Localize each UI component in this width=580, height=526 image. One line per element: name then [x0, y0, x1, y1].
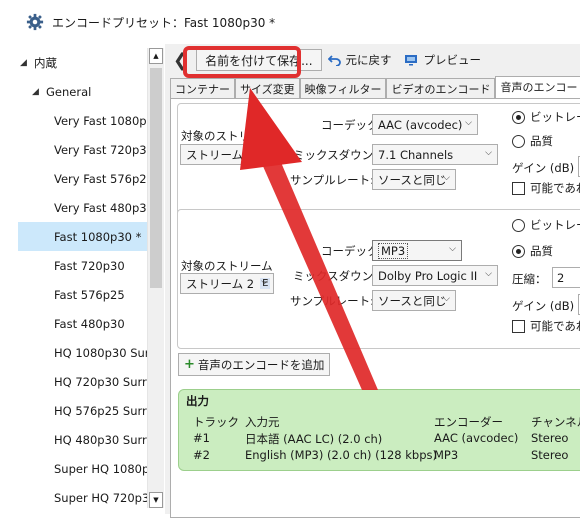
quality-radio[interactable]: [512, 245, 525, 258]
output-row-2-track: #2: [193, 448, 210, 462]
scroll-up-icon[interactable]: ▲: [149, 48, 163, 64]
output-row-2-channels: Stereo: [531, 448, 569, 462]
add-audio-track-button[interactable]: + 音声のエンコードを追加: [178, 353, 331, 376]
audio-tab-panel: 対象のストリーム ストリーム 1 E ⌵ コーデック: AAC (avcodec…: [170, 98, 580, 518]
mixdown-select[interactable]: 7.1 Channels ⌵: [372, 144, 498, 165]
tab-container[interactable]: コンテナー: [170, 78, 235, 98]
chevron-down-icon: ⌵: [261, 277, 268, 287]
output-summary: 出力 トラック 入力元 エンコーダー チャンネルレ #1 日本語 (AAC LC…: [178, 389, 580, 471]
preview-icon: [404, 55, 417, 66]
preset-item[interactable]: HQ 480p30 Surround: [18, 425, 148, 454]
chevron-down-icon: ⌵: [449, 244, 456, 254]
scroll-thumb[interactable]: [150, 68, 162, 288]
samplerate-select[interactable]: ソースと同じ ⌵: [372, 169, 456, 190]
chevron-down-icon: ⌵: [485, 148, 492, 158]
scroll-down-icon[interactable]: ▼: [149, 492, 163, 508]
settings-tabs: コンテナー サイズ変更 映像フィルター ビデオのエンコード 音声のエンコード: [170, 76, 580, 98]
passthru-checkbox[interactable]: [512, 320, 525, 333]
preset-item[interactable]: HQ 720p30 Surround: [18, 367, 148, 396]
preset-item[interactable]: Very Fast 480p30: [18, 193, 148, 222]
output-row-2-source: English (MP3) (2.0 ch) (128 kbps): [245, 448, 437, 462]
preview-button[interactable]: プレビュー: [398, 49, 488, 71]
preset-item[interactable]: HQ 1080p30 Surround: [18, 338, 148, 367]
bitrate-radio[interactable]: [512, 219, 525, 232]
preset-item[interactable]: Fast 480p30: [18, 309, 148, 338]
preset-item[interactable]: Very Fast 720p30: [18, 135, 148, 164]
chevron-down-icon: ⌵: [443, 294, 450, 304]
bitrate-radio[interactable]: [512, 111, 525, 124]
window-title: エンコードプリセット：Fast 1080p30 *: [52, 15, 276, 30]
stream-select[interactable]: ストリーム 1 E ⌵: [180, 144, 274, 165]
preset-item[interactable]: Very Fast 576p25: [18, 164, 148, 193]
tab-resize[interactable]: サイズ変更: [235, 78, 300, 98]
chevron-down-icon: ⌵: [465, 118, 472, 128]
undo-icon: [327, 55, 341, 66]
output-row-1-channels: Stereo: [531, 431, 569, 445]
tree-group-builtin[interactable]: ◢ 内蔵: [18, 48, 148, 77]
revert-button[interactable]: 元に戻す: [322, 49, 398, 71]
chevron-down-icon: ⌵: [261, 148, 268, 158]
tab-video-encode[interactable]: ビデオのエンコード: [386, 78, 496, 98]
output-row-1-source: 日本語 (AAC LC) (2.0 ch): [245, 432, 383, 446]
quality-radio[interactable]: [512, 135, 525, 148]
preset-item-selected[interactable]: Fast 1080p30 *: [18, 222, 148, 251]
preset-item[interactable]: Very Fast 1080p30: [18, 106, 148, 135]
plus-icon: +: [184, 357, 195, 372]
title-bar: エンコードプリセット：Fast 1080p30 *: [0, 0, 580, 44]
output-row-2-encoder: MP3: [434, 448, 459, 462]
output-row-1-track: #1: [193, 431, 210, 445]
preset-item[interactable]: HQ 576p25 Surround: [18, 396, 148, 425]
stream-select[interactable]: ストリーム 2 E ⌵: [180, 273, 274, 294]
preset-item[interactable]: Super HQ 720p30: [18, 483, 148, 512]
preset-tree: ◢ 内蔵 ◢ General Very Fast 1080p30 Very Fa…: [18, 44, 163, 514]
samplerate-select[interactable]: ソースと同じ ⌵: [372, 290, 456, 311]
passthru-checkbox[interactable]: [512, 182, 525, 195]
expand-arrow-icon[interactable]: ◢: [20, 58, 34, 68]
chevron-down-icon: ⌵: [485, 269, 492, 279]
tab-video-filters[interactable]: 映像フィルター: [299, 78, 387, 98]
sidebar-scrollbar[interactable]: ▲ ▼: [147, 48, 164, 508]
tree-group-general[interactable]: ◢ General: [18, 77, 148, 106]
highlight-annotation: [183, 46, 301, 78]
preset-item[interactable]: Fast 576p25: [18, 280, 148, 309]
audio-track-2: 対象のストリーム ストリーム 2 E ⌵ コーデック: MP3 ⌵ ミックスダウ…: [177, 209, 580, 349]
gear-icon: [26, 13, 44, 31]
compression-field[interactable]: 2: [552, 267, 580, 288]
output-row-1-encoder: AAC (avcodec): [434, 431, 519, 445]
preset-item[interactable]: Fast 720p30: [18, 251, 148, 280]
mixdown-select[interactable]: Dolby Pro Logic II ⌵: [372, 265, 498, 286]
codec-select[interactable]: AAC (avcodec) ⌵: [372, 114, 478, 135]
preset-item[interactable]: Super HQ 1080p30: [18, 454, 148, 483]
codec-select[interactable]: MP3 ⌵: [372, 240, 462, 261]
chevron-down-icon: ⌵: [443, 173, 450, 183]
preset-editor: ❮ 名前を付けて保存... 元に戻す プレビュー コンテナー サイズ変更 映像フ…: [165, 44, 580, 518]
expand-arrow-icon[interactable]: ◢: [32, 87, 46, 97]
tab-audio-encode[interactable]: 音声のエンコード: [495, 76, 580, 98]
